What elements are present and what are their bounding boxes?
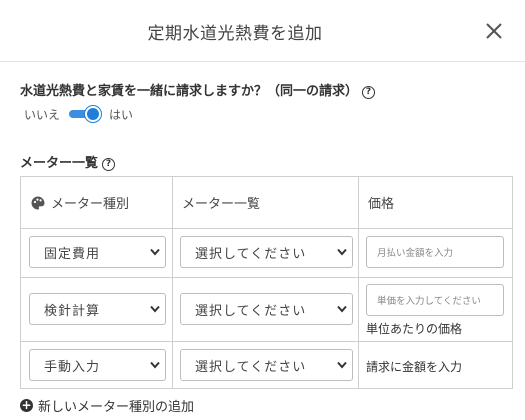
meter-select[interactable]: 選択してください [180,293,353,325]
meter-list-title: メーター一覧 [20,156,99,171]
unit-price-input[interactable]: 単価を入力してください [366,284,504,316]
help-icon[interactable]: ? [362,86,376,99]
meter-list-heading: メーター一覧? [20,152,116,171]
dialog-header: 定期水道光熱費を追加 [0,0,525,62]
add-meter-type-button[interactable]: + 新しいメーター種別の追加 [20,396,195,415]
chevron-down-icon [150,305,160,313]
chevron-down-icon [337,361,347,369]
palette-icon [31,196,45,209]
column-header-meter: メーター一覧 [173,177,359,229]
meter-select[interactable]: 選択してください [180,349,353,381]
toggle-knob [85,106,102,122]
meter-select-value: 選択してください [195,246,307,262]
meter-type-select[interactable]: 手動入力 [29,349,166,381]
chevron-down-icon [150,361,160,369]
column-header-label: メーター種別 [51,197,130,212]
combine-question: 水道光熱費と家賃を一緒に請求しますか？（同一の請求）? [20,80,376,99]
meter-table: メーター種別 メーター一覧 価格 固定費用 選択してください 月払い金額を入力 [20,176,513,389]
meter-type-select[interactable]: 検針計算 [29,293,166,325]
help-icon[interactable]: ? [102,158,116,171]
meter-select-value: 選択してください [195,359,307,375]
meter-type-value: 固定費用 [44,246,101,262]
meter-type-value: 手動入力 [44,359,101,375]
combine-toggle[interactable] [69,106,102,122]
toggle-yes-label: はい [109,107,134,122]
meter-select[interactable]: 選択してください [180,236,353,268]
add-meter-type-label: 新しいメーター種別の追加 [38,399,195,415]
combine-toggle-row: いいえ はい [24,105,133,123]
dialog-title: 定期水道光熱費を追加 [147,24,323,44]
close-icon [486,23,502,39]
column-header-type: メーター種別 [21,177,173,229]
column-header-label: 価格 [368,197,395,212]
meter-type-select[interactable]: 固定費用 [29,236,166,268]
column-header-price: 価格 [359,177,513,229]
meter-type-value: 検針計算 [44,303,101,319]
manual-entry-note: 請求に金額を入力 [366,360,463,374]
chevron-down-icon [337,305,347,313]
toggle-no-label: いいえ [24,107,61,122]
combine-question-text: 水道光熱費と家賃を一緒に請求しますか？（同一の請求） [20,84,359,99]
price-input[interactable]: 月払い金額を入力 [366,236,504,268]
meter-select-value: 選択してください [195,303,307,319]
chevron-down-icon [150,248,160,256]
column-header-label: メーター一覧 [182,197,261,212]
plus-circle-icon: + [20,397,33,412]
unit-price-note: 単位あたりの価格 [366,322,463,336]
chevron-down-icon [337,248,347,256]
add-utility-dialog: 定期水道光熱費を追加 水道光熱費と家賃を一緒に請求しますか？（同一の請求）? い… [0,0,525,420]
close-button[interactable] [483,20,505,42]
